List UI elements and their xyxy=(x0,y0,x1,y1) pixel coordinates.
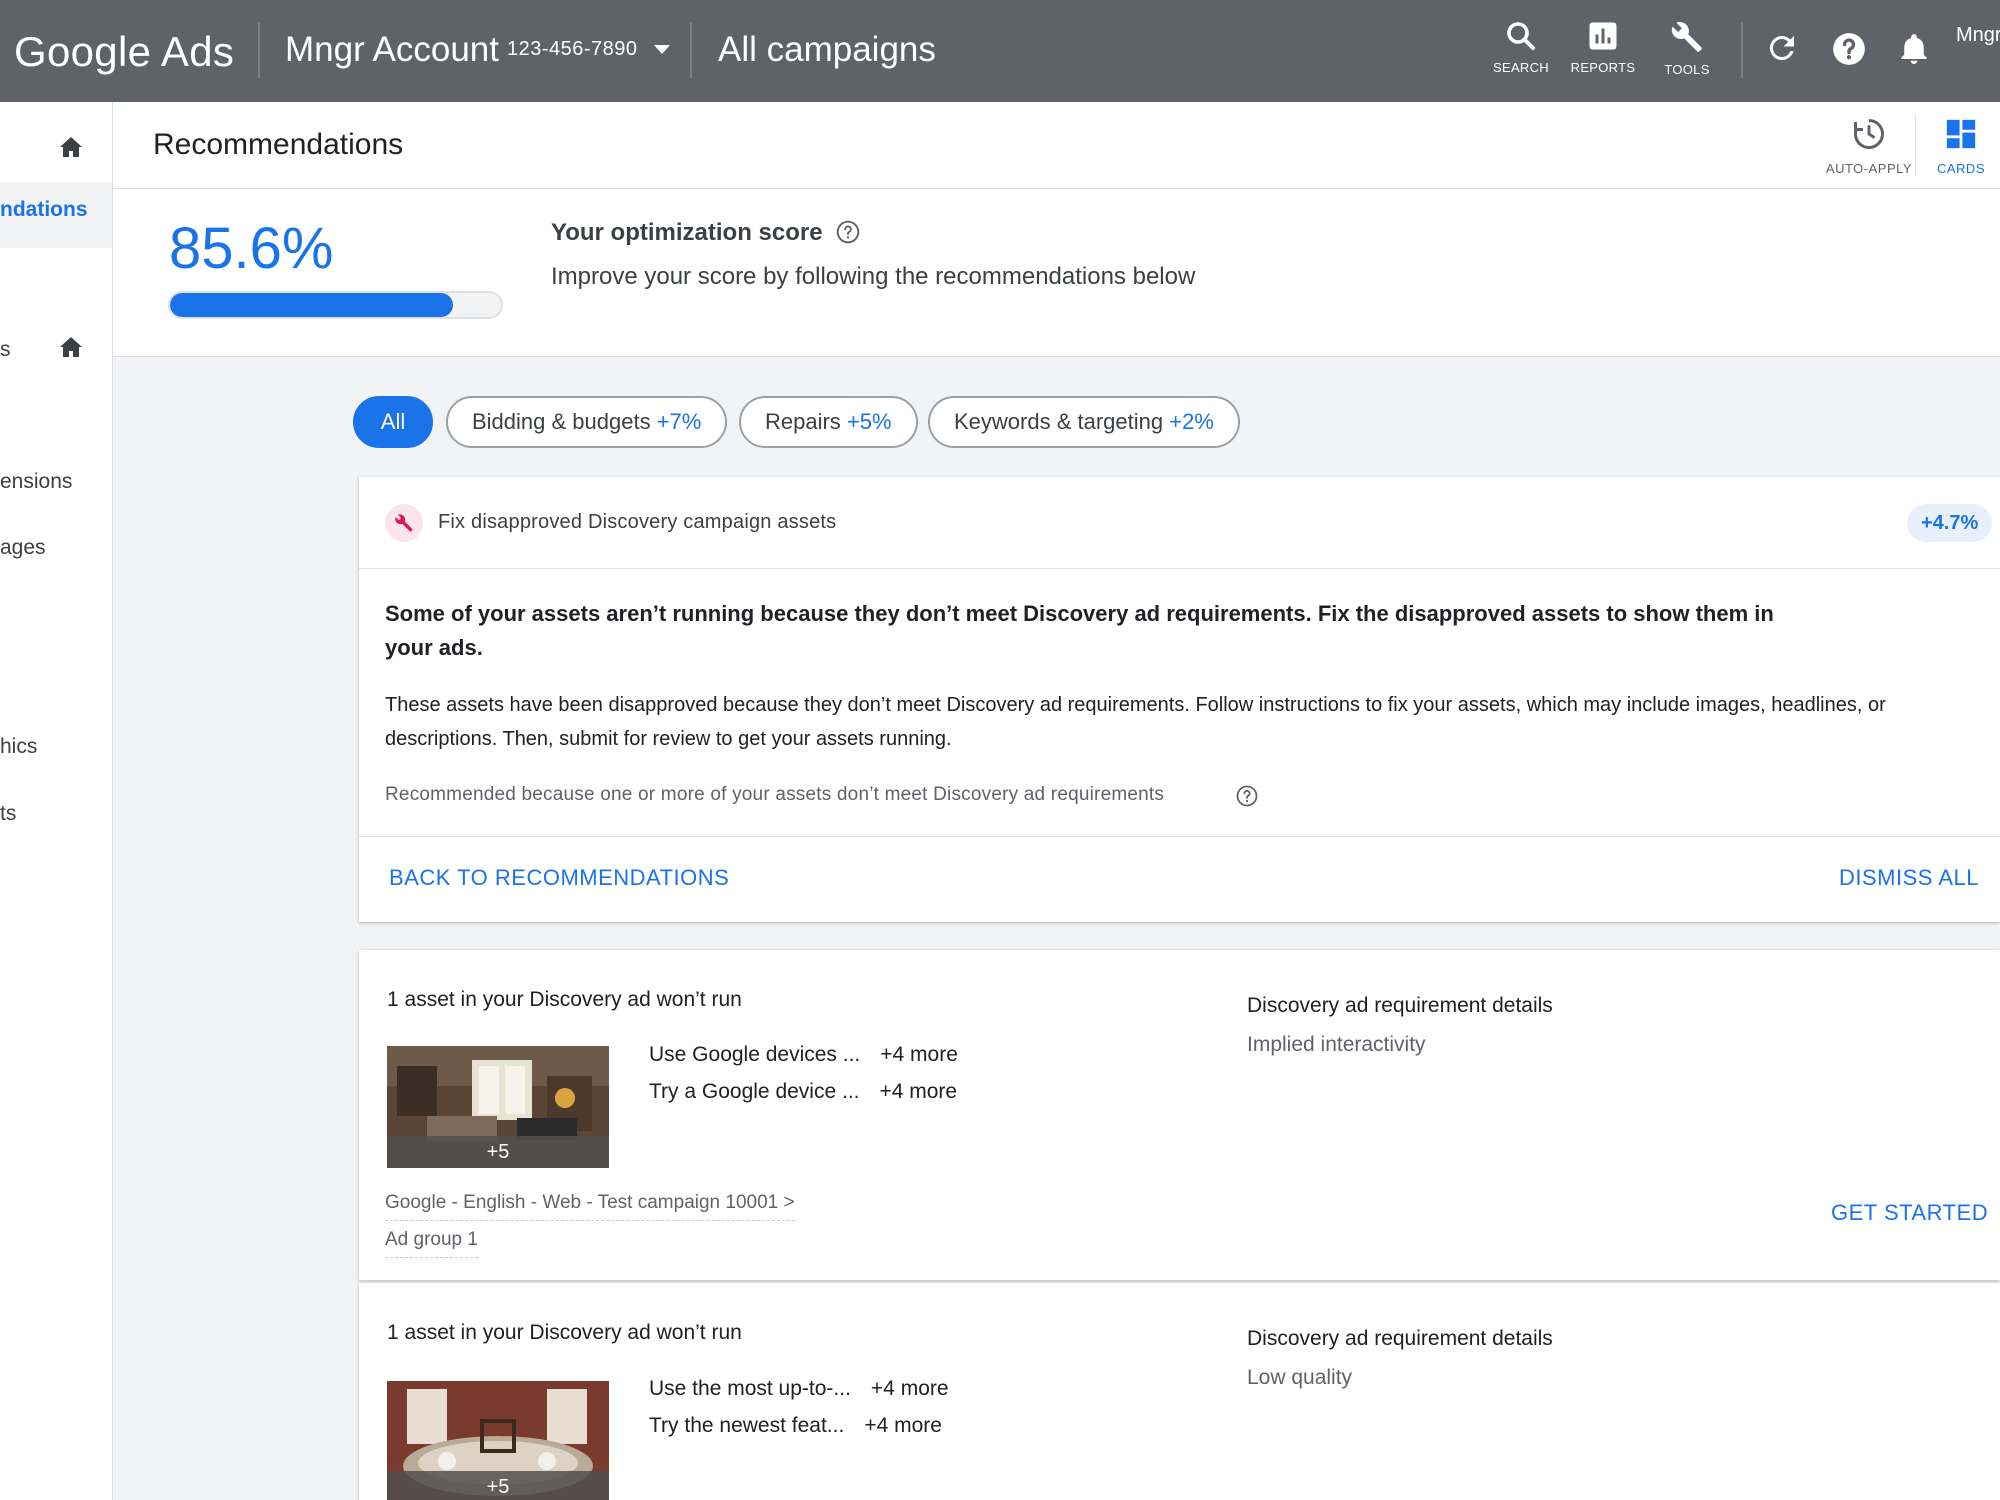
reports-label: REPORTS xyxy=(1570,60,1636,75)
ad-group-link[interactable]: Ad group 1 xyxy=(385,1229,478,1258)
search-icon xyxy=(1507,22,1535,50)
requirement-details-title: Discovery ad requirement details xyxy=(1247,1327,1553,1350)
headline-row: Use Google devices ... +4 more xyxy=(649,1043,958,1067)
asset-card: 1 asset in your Discovery ad won’t run +… xyxy=(359,950,2000,1280)
cards-label: CARDS xyxy=(1936,161,1985,176)
nav-item-landing-pages[interactable]: ages xyxy=(0,536,112,560)
optimization-score-fill xyxy=(170,293,454,317)
asset-card-title: 1 asset in your Discovery ad won’t run xyxy=(387,1321,742,1344)
nav-item-campaigns[interactable]: s xyxy=(0,338,112,362)
headline-text: Use the most up-to-... xyxy=(649,1377,851,1400)
divider xyxy=(690,22,692,78)
reports-button[interactable]: REPORTS xyxy=(1558,18,1648,75)
auto-apply-button[interactable]: AUTO-APPLY xyxy=(1813,116,1925,176)
auto-apply-label: AUTO-APPLY xyxy=(1825,161,1913,176)
page-title: Recommendations xyxy=(153,128,404,161)
account-dropdown-icon[interactable] xyxy=(654,45,670,54)
divider xyxy=(258,22,260,78)
chip-delta: +2% xyxy=(1169,409,1214,434)
divider xyxy=(1915,116,1916,176)
chip-label: Bidding & budgets xyxy=(472,409,651,434)
requirement-details-title: Discovery ad requirement details xyxy=(1247,994,1553,1017)
nav-item-placements[interactable]: ts xyxy=(0,802,112,826)
optimization-score-heading: Your optimization score xyxy=(551,219,823,246)
headline-more[interactable]: +4 more xyxy=(880,1043,958,1066)
wrench-icon xyxy=(1671,22,1702,52)
google-ads-logo[interactable]: Google Ads xyxy=(14,28,234,76)
tools-label: TOOLS xyxy=(1664,62,1710,77)
refresh-icon[interactable] xyxy=(1764,30,1800,66)
headline-row: Try the newest feat... +4 more xyxy=(649,1414,942,1438)
optimization-score-value: 85.6% xyxy=(169,216,334,281)
campaign-scope-selector[interactable]: All campaigns xyxy=(718,30,936,70)
asset-image-thumbnail[interactable]: +5 xyxy=(387,1381,609,1500)
filter-chip-bidding-budgets[interactable]: Bidding & budgets +7% xyxy=(446,396,728,448)
optimization-score-panel: 85.6% Your optimization score Improve yo… xyxy=(113,189,2000,357)
user-account-name[interactable]: Mngr xyxy=(1956,24,2000,47)
back-to-recommendations-button[interactable]: BACK TO RECOMMENDATIONS xyxy=(389,865,729,891)
search-button[interactable]: SEARCH xyxy=(1476,18,1566,75)
headline-row: Use the most up-to-... +4 more xyxy=(649,1377,949,1401)
repair-wrench-icon xyxy=(385,504,423,542)
chip-delta: +7% xyxy=(656,409,702,434)
nav-item-extensions[interactable]: ensions xyxy=(0,470,112,494)
get-started-button[interactable]: GET STARTED xyxy=(1831,1200,1988,1226)
recommendation-summary: Some of your assets aren’t running becau… xyxy=(385,601,1774,660)
asset-image-thumbnail[interactable]: +5 xyxy=(387,1046,609,1168)
divider xyxy=(1741,22,1743,78)
headline-more[interactable]: +4 more xyxy=(871,1377,949,1400)
asset-card-title: 1 asset in your Discovery ad won’t run xyxy=(387,988,742,1011)
recommendation-description: These assets have been disapproved becau… xyxy=(385,694,1886,750)
optimization-score-subtitle: Improve your score by following the reco… xyxy=(551,263,1196,290)
optimization-score-bar xyxy=(168,291,503,319)
tools-button[interactable]: TOOLS xyxy=(1642,18,1732,77)
additional-images-count: +5 xyxy=(387,1471,609,1500)
search-label: SEARCH xyxy=(1493,60,1549,75)
notifications-bell-icon[interactable] xyxy=(1896,30,1932,68)
headline-text: Use Google devices ... xyxy=(649,1043,861,1066)
cards-view-button[interactable]: CARDS xyxy=(1931,116,1991,176)
home-icon[interactable] xyxy=(59,136,83,158)
dismiss-all-button[interactable]: DISMISS ALL xyxy=(1839,865,1979,891)
nav-item-recommendations[interactable]: ndations xyxy=(0,182,112,248)
left-navigation: ndations s ensions ages hics ts xyxy=(0,102,113,1500)
requirement-value: Implied interactivity xyxy=(1247,1033,1426,1056)
headline-more[interactable]: +4 more xyxy=(864,1414,942,1437)
additional-images-count: +5 xyxy=(387,1136,609,1168)
filter-chip-all[interactable]: All xyxy=(353,396,433,448)
help-icon[interactable] xyxy=(1235,784,1259,808)
filter-chip-repairs[interactable]: Repairs +5% xyxy=(739,396,918,448)
requirement-value: Low quality xyxy=(1247,1366,1353,1389)
help-icon[interactable] xyxy=(1830,30,1868,68)
headline-text: Try a Google device ... xyxy=(649,1080,860,1103)
help-icon[interactable] xyxy=(835,219,861,245)
page-header: Recommendations AUTO-APPLY CARDS xyxy=(113,102,2000,189)
headline-text: Try the newest feat... xyxy=(649,1414,845,1437)
cards-grid-icon xyxy=(1946,119,1976,149)
account-id[interactable]: 123-456-7890 xyxy=(507,38,638,61)
campaign-link[interactable]: Google - English - Web - Test campaign 1… xyxy=(385,1192,795,1221)
chip-label: Keywords & targeting xyxy=(954,409,1164,434)
filter-chip-keywords-targeting[interactable]: Keywords & targeting +2% xyxy=(928,396,1240,448)
nav-item-demographics[interactable]: hics xyxy=(0,735,112,759)
asset-card: 1 asset in your Discovery ad won’t run +… xyxy=(359,1283,2000,1500)
auto-apply-clock-icon xyxy=(1854,119,1884,149)
top-app-bar: Google Ads Mngr Account 123-456-7890 All… xyxy=(0,0,2000,102)
recommendation-card: Fix disapproved Discovery campaign asset… xyxy=(359,477,2000,922)
recommendation-actions: BACK TO RECOMMENDATIONS DISMISS ALL xyxy=(359,836,2000,922)
recommendation-reason: Recommended because one or more of your … xyxy=(385,784,1165,805)
recommendation-header: Fix disapproved Discovery campaign asset… xyxy=(359,477,2000,569)
home-icon[interactable] xyxy=(59,336,83,358)
chip-label: Repairs xyxy=(765,409,841,434)
chip-label: All xyxy=(380,409,406,434)
headline-more[interactable]: +4 more xyxy=(879,1080,957,1103)
recommendation-title: Fix disapproved Discovery campaign asset… xyxy=(438,511,837,533)
reports-icon xyxy=(1589,22,1617,50)
chip-delta: +5% xyxy=(846,409,892,434)
account-name[interactable]: Mngr Account xyxy=(285,30,499,70)
score-impact-badge: +4.7% xyxy=(1907,504,1993,542)
headline-row: Try a Google device ... +4 more xyxy=(649,1080,957,1104)
